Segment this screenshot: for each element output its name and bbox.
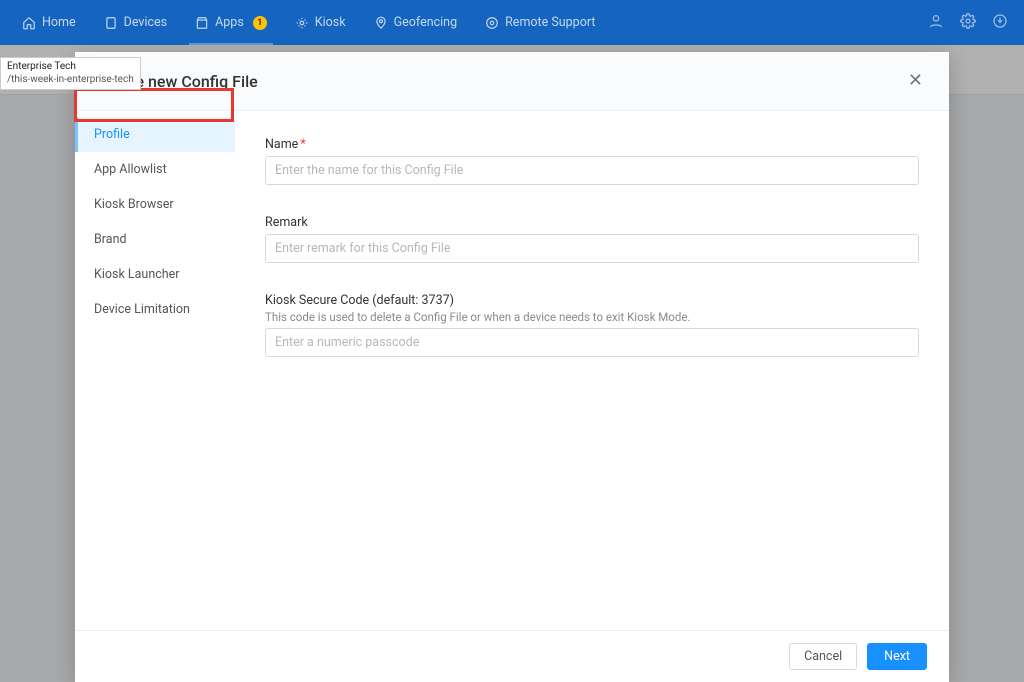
nav-remote-support[interactable]: Remote Support [471,0,609,45]
modal-footer: Cancel Next [75,630,949,682]
nav-label: Home [42,15,76,30]
modal-sidebar: Profile App Allowlist Kiosk Browser Bran… [75,111,235,630]
geofence-icon [374,16,388,30]
tooltip-title: Enterprise Tech [7,61,134,74]
sidebar-item-kiosk-browser[interactable]: Kiosk Browser [75,187,235,222]
next-button[interactable]: Next [867,643,927,670]
top-nav: Home Devices Apps 1 Kiosk Geofencing Rem… [0,0,1024,45]
name-input[interactable] [265,156,919,185]
nav-label: Devices [124,15,167,30]
nav-geofencing[interactable]: Geofencing [360,0,472,45]
nav-label: Remote Support [505,15,595,30]
nav-kiosk[interactable]: Kiosk [281,0,360,45]
devices-icon [104,16,118,30]
remark-input[interactable] [265,234,919,263]
hover-tooltip: Enterprise Tech /this-week-in-enterprise… [0,57,141,90]
sidebar-item-kiosk-launcher[interactable]: Kiosk Launcher [75,257,235,292]
account-icon[interactable] [920,13,952,33]
remark-label: Remark [265,215,919,230]
sidebar-item-app-allowlist[interactable]: App Allowlist [75,152,235,187]
modal-header: Create new Config File ✕ [75,52,949,111]
nav-label: Kiosk [315,15,346,30]
badge: 1 [253,16,267,30]
sidebar-item-profile[interactable]: Profile [75,117,235,152]
close-icon[interactable]: ✕ [904,68,927,94]
nav-apps[interactable]: Apps 1 [181,0,281,45]
support-icon [485,16,499,30]
apps-icon [195,16,209,30]
download-icon[interactable] [984,13,1016,33]
home-icon [22,16,36,30]
sidebar-item-device-limitation[interactable]: Device Limitation [75,292,235,327]
sidebar-item-brand[interactable]: Brand [75,222,235,257]
code-label: Kiosk Secure Code (default: 3737) [265,293,919,308]
profile-form: Name* Remark Kiosk Secure Code (default:… [235,111,949,630]
name-label: Name* [265,137,919,152]
tooltip-path: /this-week-in-enterprise-tech [7,74,134,87]
settings-icon[interactable] [952,13,984,33]
cancel-button[interactable]: Cancel [789,643,857,670]
nav-devices[interactable]: Devices [90,0,181,45]
config-file-modal: Create new Config File ✕ Profile App All… [75,52,949,682]
nav-label: Apps [215,15,244,30]
kiosk-icon [295,16,309,30]
nav-home[interactable]: Home [8,0,90,45]
code-help: This code is used to delete a Config Fil… [265,310,919,324]
code-input[interactable] [265,328,919,357]
nav-label: Geofencing [394,15,458,30]
